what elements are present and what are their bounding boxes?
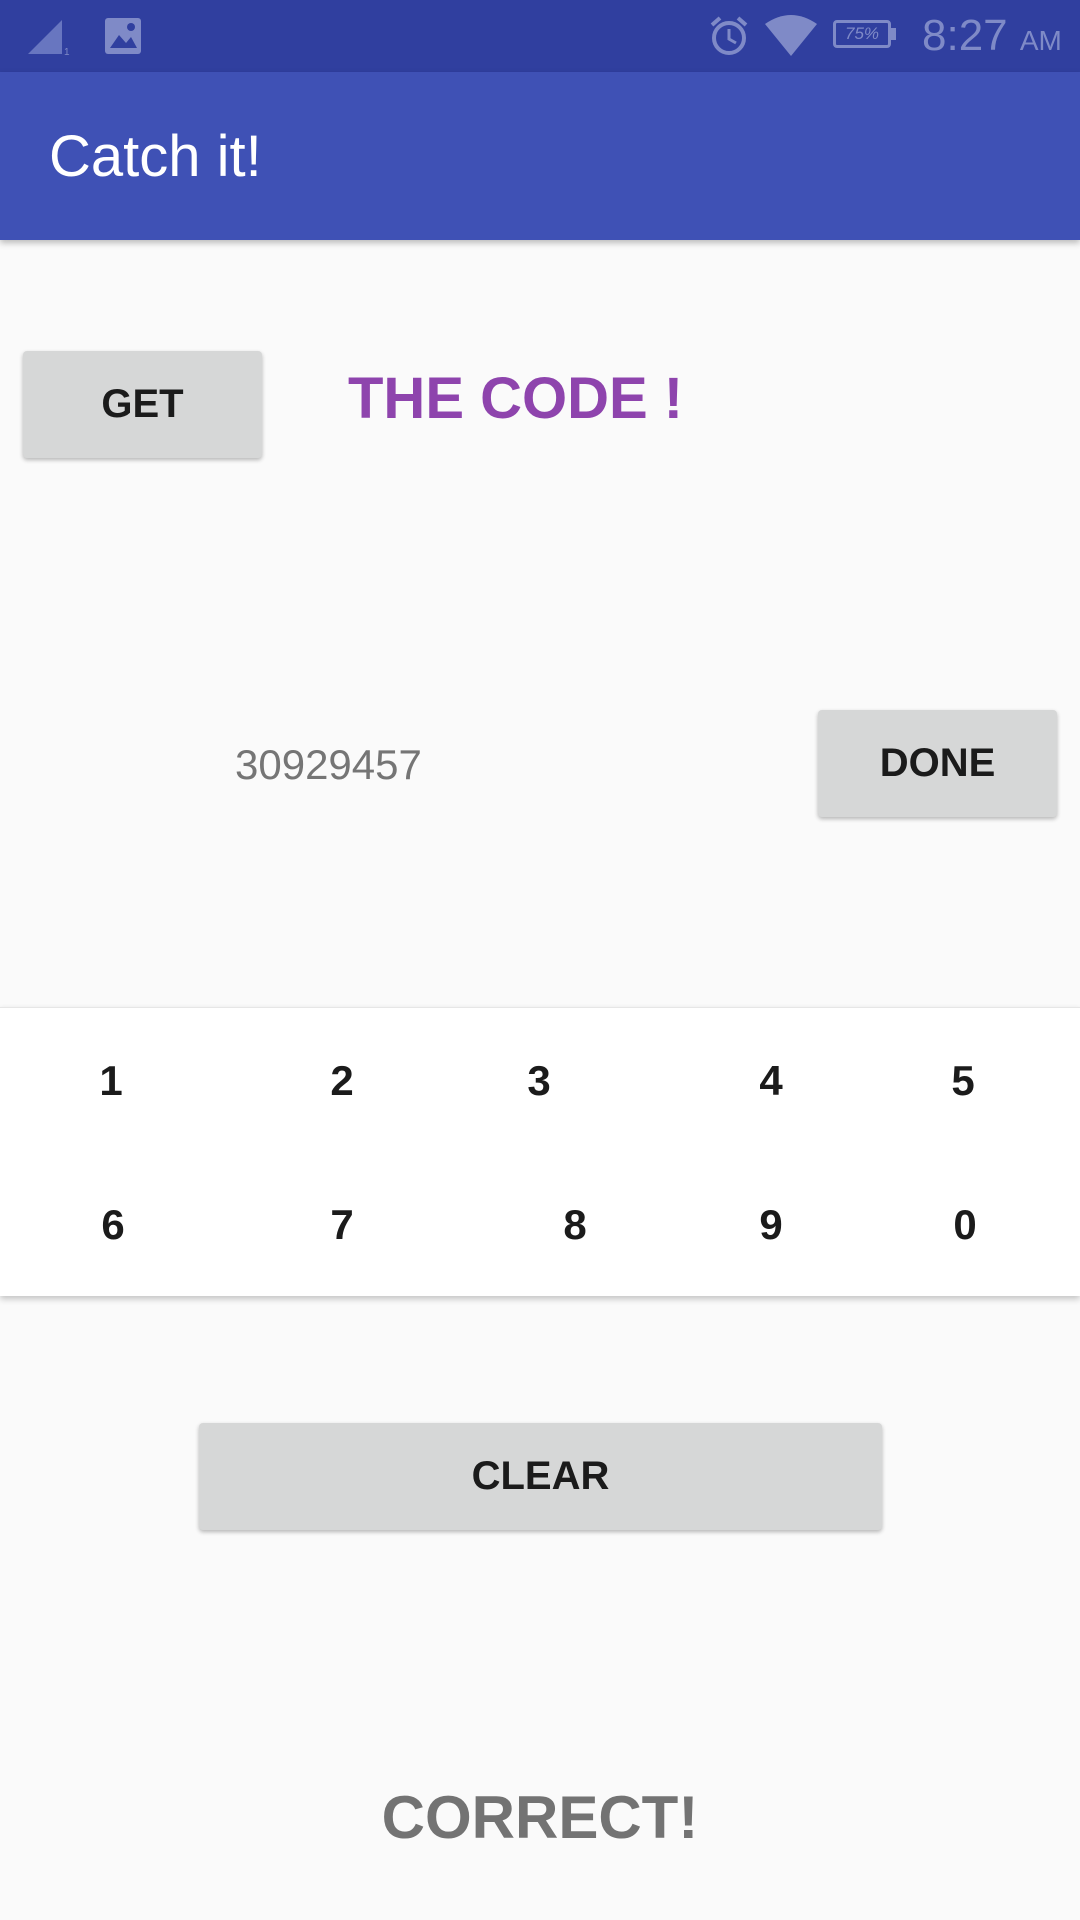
code-value: 30929457	[235, 741, 422, 788]
key-8[interactable]: 8	[525, 1175, 625, 1275]
key-3[interactable]: 3	[489, 1031, 589, 1131]
key-2[interactable]: 2	[292, 1031, 392, 1131]
key-5[interactable]: 5	[913, 1031, 1013, 1131]
image-notification-icon	[105, 18, 141, 54]
key-4[interactable]: 4	[721, 1031, 821, 1131]
clear-button[interactable]: CLEAR	[199, 1423, 882, 1530]
clock-time: 8:27	[922, 11, 1008, 60]
key-6[interactable]: 6	[63, 1175, 163, 1275]
wifi-icon	[765, 15, 817, 56]
key-0[interactable]: 0	[915, 1175, 1015, 1275]
clock: 8:27 AM	[922, 10, 1062, 67]
headline: THE CODE !	[348, 366, 684, 431]
done-button[interactable]: DONE	[818, 710, 1057, 817]
key-1[interactable]: 1	[61, 1031, 161, 1131]
app-bar: Catch it!	[0, 72, 1080, 240]
status-bar: 1 75% 8:27 AM	[0, 0, 1080, 72]
battery-level: 75%	[833, 20, 891, 48]
app-title: Catch it!	[49, 124, 262, 189]
key-7[interactable]: 7	[292, 1175, 392, 1275]
number-keypad: 1 2 3 4 5 6 7 8 9 0	[0, 1007, 1080, 1296]
get-button[interactable]: GET	[23, 351, 262, 458]
svg-text:1: 1	[64, 47, 70, 56]
battery-tip	[891, 28, 896, 40]
signal-icon: 1	[28, 20, 70, 56]
battery-icon: 75%	[833, 20, 896, 50]
key-9[interactable]: 9	[721, 1175, 821, 1275]
result-message: CORRECT!	[381, 1784, 699, 1851]
clock-ampm: AM	[1019, 25, 1062, 56]
alarm-icon	[710, 16, 748, 55]
